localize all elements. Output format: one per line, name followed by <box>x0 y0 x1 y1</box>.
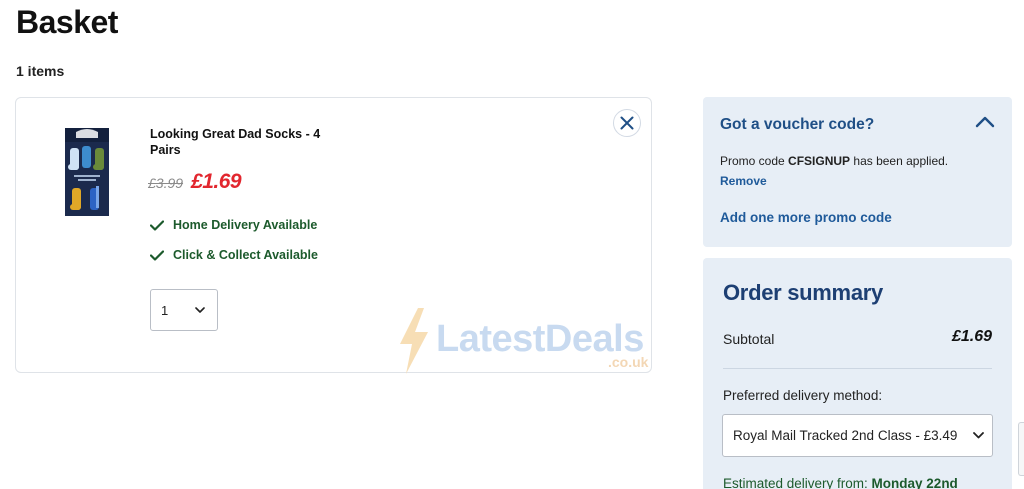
subtotal-value: £1.69 <box>951 328 992 345</box>
chevron-down-icon <box>973 432 984 439</box>
watermark-text: LatestDeals <box>436 318 644 360</box>
watermark-subtext: .co.uk <box>608 354 649 370</box>
delivery-method-label: Preferred delivery method: <box>723 388 883 403</box>
divider <box>723 368 992 369</box>
current-price: £1.69 <box>191 170 242 193</box>
quantity-value: 1 <box>161 302 169 318</box>
watermark: LatestDeals .co.uk <box>396 308 648 374</box>
lightning-bolt-icon <box>400 308 428 374</box>
checkmark-icon <box>150 249 164 261</box>
voucher-panel: Got a voucher code? Promo code CFSIGNUP … <box>703 97 1012 247</box>
add-promo-code-link[interactable]: Add one more promo code <box>720 210 892 225</box>
product-image[interactable] <box>62 128 112 216</box>
order-summary-panel: Order summary Subtotal £1.69 Preferred d… <box>703 258 1012 489</box>
voucher-title[interactable]: Got a voucher code? <box>720 116 874 134</box>
basket-item-card: Looking Great Dad Socks - 4 Pairs £3.99 … <box>15 97 652 374</box>
old-price: £3.99 <box>148 175 184 191</box>
estimated-delivery: Estimated delivery from: Monday 22nd <box>723 476 958 489</box>
promo-code: CFSIGNUP <box>788 154 851 168</box>
delivery-method-select[interactable]: Royal Mail Tracked 2nd Class - £3.49 <box>722 414 993 457</box>
product-name[interactable]: Looking Great Dad Socks - 4 Pairs <box>150 126 330 158</box>
home-delivery-availability: Home Delivery Available <box>150 218 317 232</box>
estimated-delivery-date: Monday 22nd <box>871 476 958 489</box>
remove-item-button[interactable] <box>613 109 641 137</box>
availability-label: Click & Collect Available <box>173 248 318 262</box>
remove-promo-link[interactable]: Remove <box>720 174 767 188</box>
click-collect-availability: Click & Collect Available <box>150 248 318 262</box>
quantity-select[interactable]: 1 <box>150 289 218 331</box>
chevron-up-icon[interactable] <box>974 114 996 130</box>
promo-applied-message: Promo code CFSIGNUP has been applied. <box>720 154 949 168</box>
order-summary-title: Order summary <box>723 280 883 305</box>
items-count: 1 items <box>16 63 65 79</box>
chevron-down-icon <box>195 307 205 313</box>
delivery-method-value: Royal Mail Tracked 2nd Class - £3.49 <box>733 428 958 443</box>
availability-label: Home Delivery Available <box>173 218 318 232</box>
checkmark-icon <box>150 219 164 231</box>
close-icon <box>620 116 634 130</box>
subtotal-label: Subtotal <box>723 331 775 347</box>
price-row: £3.99 £1.69 <box>148 170 242 194</box>
scrollbar[interactable] <box>1018 422 1024 476</box>
page-title: Basket <box>16 4 118 40</box>
